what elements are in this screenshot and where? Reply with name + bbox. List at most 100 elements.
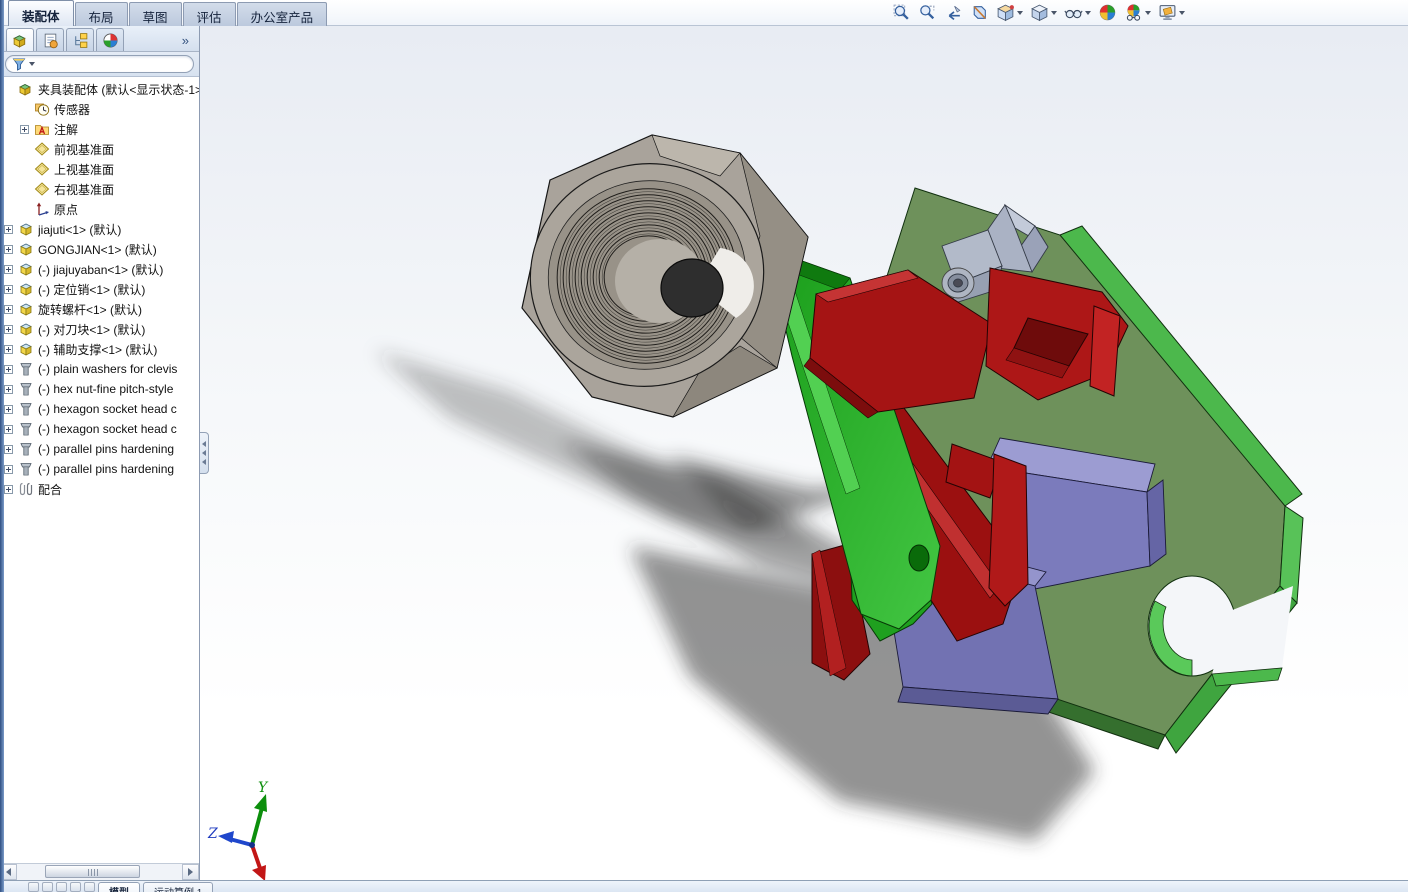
- tree-item-fastener[interactable]: (-) hex nut-fine pitch-style: [0, 379, 199, 399]
- dropdown-caret: [1017, 10, 1023, 15]
- tree-filter-input[interactable]: [5, 55, 194, 73]
- hide-show-items-icon[interactable]: [1063, 2, 1092, 23]
- expand-box[interactable]: [20, 124, 29, 134]
- statusbar-button[interactable]: [56, 882, 67, 892]
- panel-horizontal-scrollbar: [0, 863, 199, 880]
- expand-box[interactable]: [4, 464, 13, 474]
- expand-box[interactable]: [4, 224, 13, 234]
- scroll-right-arrow[interactable]: [182, 864, 199, 880]
- expand-box[interactable]: [4, 244, 13, 254]
- 3d-viewport[interactable]: Z Y X: [200, 26, 1408, 880]
- expand-box[interactable]: [4, 364, 13, 374]
- featuremanager-tab[interactable]: [6, 28, 34, 51]
- tree-item-component[interactable]: (-) 定位销<1> (默认): [0, 279, 199, 299]
- heads-up-view-toolbar: [891, 2, 1186, 23]
- expand-box[interactable]: [4, 324, 13, 334]
- dropdown-caret: [1145, 10, 1151, 15]
- expand-box[interactable]: [4, 484, 13, 494]
- feature-tree: 夹具装配体 (默认<显示状态-1> 传感器 注解 前视基准面 上视基准面 右视基…: [0, 77, 199, 863]
- manager-tab-strip: »: [0, 26, 199, 52]
- tree-item-component[interactable]: (-) 对刀块<1> (默认): [0, 319, 199, 339]
- tab-evaluate[interactable]: 评估: [182, 2, 236, 26]
- filter-caret[interactable]: [29, 62, 35, 66]
- display-style-icon[interactable]: [1029, 2, 1058, 23]
- expand-box[interactable]: [4, 424, 13, 434]
- tab-layout[interactable]: 布局: [74, 2, 128, 26]
- dropdown-caret: [1051, 10, 1057, 15]
- model-tab[interactable]: 模型: [98, 882, 140, 892]
- fastener-icon: [18, 421, 34, 437]
- triad-z-label: Z: [207, 826, 218, 842]
- window-edge: [0, 0, 4, 892]
- expand-box[interactable]: [4, 284, 13, 294]
- tree-item-component[interactable]: 旋转螺杆<1> (默认): [0, 299, 199, 319]
- dropdown-caret: [1179, 10, 1185, 15]
- sensors-icon: [34, 101, 50, 117]
- zoom-to-fit-icon[interactable]: [891, 2, 912, 23]
- view-settings-icon[interactable]: [1157, 2, 1186, 23]
- statusbar-button[interactable]: [42, 882, 53, 892]
- motion-study-tab[interactable]: 运动算例 1: [143, 882, 214, 892]
- annotations-folder-icon: [34, 121, 50, 137]
- mates-icon: [18, 481, 34, 497]
- propertymanager-tab[interactable]: [36, 28, 64, 51]
- origin-icon: [34, 201, 50, 217]
- tree-item-front-plane[interactable]: 前视基准面: [0, 139, 199, 159]
- tab-sketch[interactable]: 草图: [128, 2, 182, 26]
- tree-item-mates[interactable]: 配合: [0, 479, 199, 499]
- fastener-icon: [18, 381, 34, 397]
- statusbar-button[interactable]: [28, 882, 39, 892]
- ribbon-tabs: 装配体 布局 草图 评估 办公室产品: [8, 0, 328, 26]
- component-icon: [18, 221, 34, 237]
- previous-view-icon[interactable]: [943, 2, 964, 23]
- expand-box[interactable]: [4, 344, 13, 354]
- component-icon: [18, 241, 34, 257]
- statusbar-button[interactable]: [70, 882, 81, 892]
- featuremanager-panel: » 夹具装配体 (默认<显示状态-1> 传感器 注解 前视基准面 上视基准面 右…: [0, 26, 200, 880]
- tab-overflow-chevron[interactable]: »: [182, 33, 195, 51]
- expand-box[interactable]: [4, 264, 13, 274]
- filter-bar: [0, 52, 199, 77]
- tree-item-component[interactable]: jiajuti<1> (默认): [0, 219, 199, 239]
- statusbar-button[interactable]: [84, 882, 95, 892]
- panel-collapse-handle[interactable]: [200, 432, 209, 474]
- tree-item-top-plane[interactable]: 上视基准面: [0, 159, 199, 179]
- view-orientation-icon[interactable]: [995, 2, 1024, 23]
- expand-box[interactable]: [4, 404, 13, 414]
- displaymanager-tab[interactable]: [96, 28, 124, 51]
- expand-box[interactable]: [4, 384, 13, 394]
- section-view-icon[interactable]: [969, 2, 990, 23]
- expand-box[interactable]: [4, 444, 13, 454]
- plane-icon: [34, 181, 50, 197]
- edit-appearance-icon[interactable]: [1097, 2, 1118, 23]
- scrollbar-thumb[interactable]: [45, 865, 140, 878]
- component-icon: [18, 261, 34, 277]
- tree-item-fastener[interactable]: (-) parallel pins hardening: [0, 459, 199, 479]
- tab-assembly[interactable]: 装配体: [8, 0, 74, 26]
- expand-box[interactable]: [4, 304, 13, 314]
- plane-icon: [34, 161, 50, 177]
- fastener-icon: [18, 441, 34, 457]
- tree-item-right-plane[interactable]: 右视基准面: [0, 179, 199, 199]
- scrollbar-track[interactable]: [17, 864, 182, 880]
- component-icon: [18, 341, 34, 357]
- fastener-icon: [18, 361, 34, 377]
- component-icon: [18, 281, 34, 297]
- tree-item-component[interactable]: (-) jiajuyaban<1> (默认): [0, 259, 199, 279]
- tree-root-assembly[interactable]: 夹具装配体 (默认<显示状态-1>: [0, 79, 199, 99]
- tree-item-fastener[interactable]: (-) plain washers for clevis: [0, 359, 199, 379]
- tree-item-fastener[interactable]: (-) hexagon socket head c: [0, 419, 199, 439]
- configurationmanager-tab[interactable]: [66, 28, 94, 51]
- component-icon: [18, 321, 34, 337]
- apply-scene-icon[interactable]: [1123, 2, 1152, 23]
- tree-item-annotations[interactable]: 注解: [0, 119, 199, 139]
- tree-item-origin[interactable]: 原点: [0, 199, 199, 219]
- tree-item-fastener[interactable]: (-) parallel pins hardening: [0, 439, 199, 459]
- tab-office-products[interactable]: 办公室产品: [236, 2, 328, 26]
- tree-item-component[interactable]: GONGJIAN<1> (默认): [0, 239, 199, 259]
- zoom-to-area-icon[interactable]: [917, 2, 938, 23]
- tree-item-fastener[interactable]: (-) hexagon socket head c: [0, 399, 199, 419]
- plane-icon: [34, 141, 50, 157]
- tree-item-sensors[interactable]: 传感器: [0, 99, 199, 119]
- tree-item-component[interactable]: (-) 辅助支撑<1> (默认): [0, 339, 199, 359]
